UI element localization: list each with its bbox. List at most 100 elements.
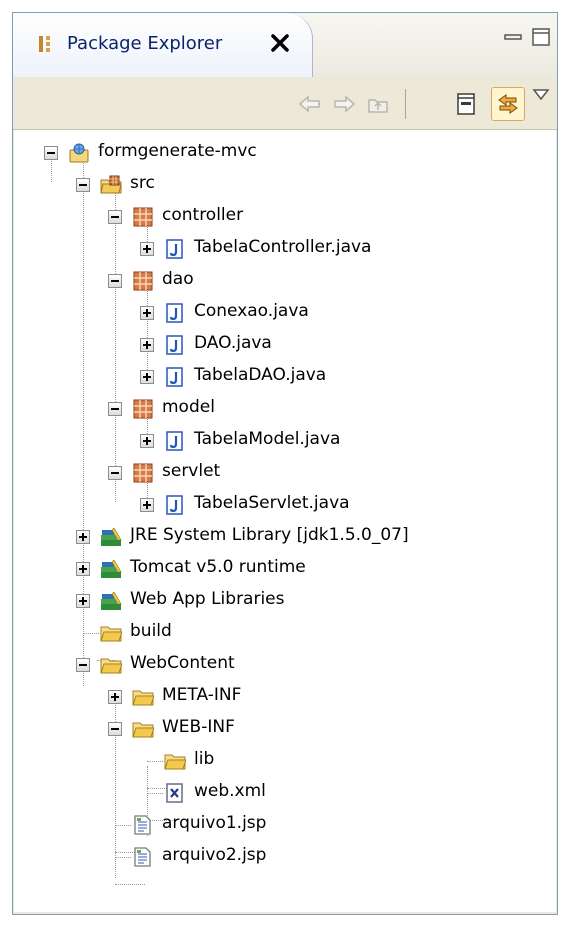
tree-item-label: Web App Libraries [130,589,285,609]
tree-item[interactable]: web.xml [14,778,554,808]
expand-plus-icon[interactable] [140,242,154,256]
expand-plus-icon[interactable] [76,594,90,608]
folder-icon [164,754,186,770]
minimize-icon[interactable] [503,27,523,47]
folder-icon [100,626,122,642]
tree-item-label: arquivo2.jsp [162,845,267,865]
tree-item-label: TabelaController.java [194,237,372,257]
tree-item[interactable]: formgenerate-mvc [14,138,554,168]
tree-item[interactable]: TabelaDAO.java [14,362,554,392]
package-icon [133,207,153,227]
tree-item-label: build [130,621,172,641]
expand-plus-icon[interactable] [140,498,154,512]
library-icon [101,559,122,578]
tree-item[interactable]: TabelaModel.java [14,426,554,456]
view-menu-icon[interactable] [531,85,551,105]
tree-item[interactable]: dao [14,266,554,296]
tree-item-label: model [162,397,215,417]
tree-item-label: dao [162,269,194,289]
tree-item[interactable]: WEB-INF [14,714,554,744]
java-file-icon [166,367,183,387]
tree-item[interactable]: controller [14,202,554,232]
expand-plus-icon[interactable] [76,562,90,576]
folder-icon [132,722,154,738]
xml-file-icon [166,783,183,803]
tree-item[interactable]: model [14,394,554,424]
tree-item-label: TabelaDAO.java [194,365,327,385]
tree-item-label: DAO.java [194,333,272,353]
jsp-file-icon [134,847,151,867]
tree-item[interactable]: WebContent [14,650,554,680]
folder-icon [100,658,122,674]
tree-item[interactable]: servlet [14,458,554,488]
tree-item[interactable]: Web App Libraries [14,586,554,616]
package-explorer-icon [39,36,50,52]
collapse-all-icon[interactable] [453,91,479,117]
tree-item[interactable]: DAO.java [14,330,554,360]
tree-guide-line [147,793,163,794]
view-tab-bar: Package Explorer [13,13,557,77]
tree-item-label: Tomcat v5.0 runtime [130,557,306,577]
tree-item-label: WebContent [130,653,235,673]
tree-item[interactable]: Conexao.java [14,298,554,328]
tree-item-label: TabelaModel.java [194,429,341,449]
collapse-minus-icon[interactable] [108,274,122,288]
tree-item[interactable]: TabelaServlet.java [14,490,554,520]
java-file-icon [166,495,183,515]
package-icon [133,399,153,419]
package-explorer-tab[interactable]: Package Explorer [13,13,313,77]
expand-plus-icon[interactable] [76,530,90,544]
java-file-icon [166,431,183,451]
back-arrow-icon[interactable] [297,91,323,117]
tree-item-label: controller [162,205,244,225]
tree-item[interactable]: JRE System Library [jdk1.5.0_07] [14,522,554,552]
expand-plus-icon[interactable] [108,690,122,704]
tree-guide-line [147,761,163,762]
java-file-icon [166,335,183,355]
expand-plus-icon[interactable] [140,370,154,384]
tree-item-label: servlet [162,461,221,481]
tree-item[interactable]: arquivo1.jsp [14,810,554,840]
tree-item-label: Conexao.java [194,301,309,321]
collapse-minus-icon[interactable] [76,658,90,672]
collapse-minus-icon[interactable] [44,146,58,160]
expand-plus-icon[interactable] [140,434,154,448]
tree-item[interactable]: build [14,618,554,648]
tree-item-label: META-INF [162,685,242,705]
up-folder-icon[interactable] [365,91,391,117]
link-with-editor-icon [498,94,518,114]
tree-item[interactable]: META-INF [14,682,554,712]
jsp-file-icon [134,815,151,835]
tree-item-label: WEB-INF [162,717,235,737]
tree-item-label: JRE System Library [jdk1.5.0_07] [130,525,409,545]
collapse-minus-icon[interactable] [108,402,122,416]
close-x-icon[interactable] [269,32,291,54]
expand-plus-icon[interactable] [140,338,154,352]
tree-item-label: TabelaServlet.java [194,493,350,513]
tree-item[interactable]: TabelaController.java [14,234,554,264]
collapse-minus-icon[interactable] [108,466,122,480]
tree-item[interactable]: lib [14,746,554,776]
tree-item-label: arquivo1.jsp [162,813,267,833]
maximize-icon[interactable] [531,27,551,47]
tree-item[interactable]: Tomcat v5.0 runtime [14,554,554,584]
expand-plus-icon[interactable] [140,306,154,320]
collapse-minus-icon[interactable] [108,210,122,224]
tree-item-label: src [130,173,155,193]
collapse-minus-icon[interactable] [108,722,122,736]
tree-guide-line [83,633,99,634]
tree-item-label: formgenerate-mvc [98,141,257,161]
java-file-icon [166,239,183,259]
tab-title: Package Explorer [67,33,223,54]
tree-item[interactable]: src [14,170,554,200]
source-folder-icon [100,175,122,194]
link-with-editor-button[interactable] [491,87,525,121]
tree-item-label: lib [194,749,215,769]
tree-item[interactable]: arquivo2.jsp [14,842,554,872]
library-icon [101,527,122,546]
collapse-minus-icon[interactable] [76,178,90,192]
java-file-icon [166,303,183,323]
web-project-icon [69,143,89,163]
package-icon [133,463,153,483]
forward-arrow-icon[interactable] [331,91,357,117]
